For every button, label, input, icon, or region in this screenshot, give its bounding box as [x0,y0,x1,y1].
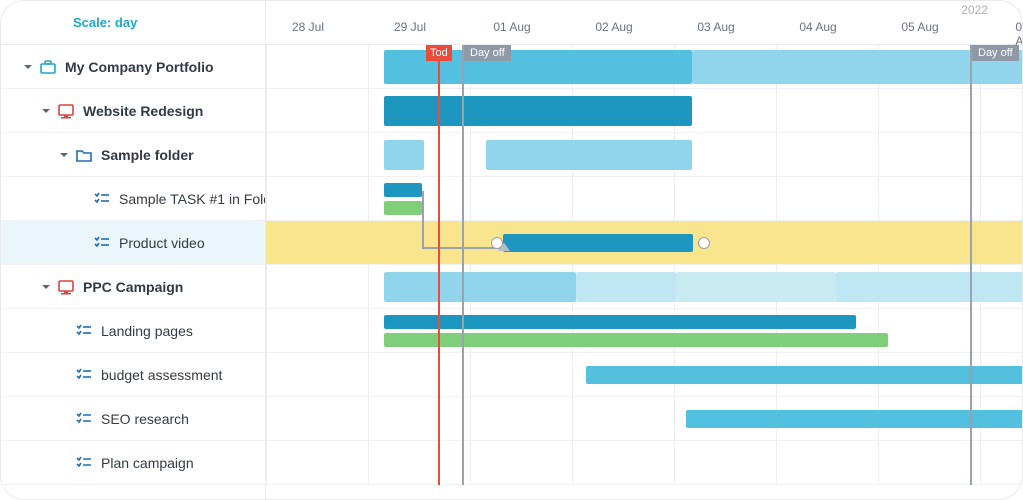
today-line [438,45,440,485]
tree-label: My Company Portfolio [65,59,214,75]
tree-label: Plan campaign [101,455,194,471]
chevron-down-icon[interactable] [57,148,71,162]
date-label: 29 Jul [394,20,426,34]
dayoff-badge: Day off [972,45,1019,61]
tree-row[interactable]: Sample folder [1,133,265,177]
gantt-row[interactable] [266,265,1022,309]
gantt-bar[interactable] [384,201,422,215]
gantt-row[interactable] [266,89,1022,133]
date-label: 01 Aug [493,20,530,34]
date-label: 04 Aug [799,20,836,34]
tree-label: PPC Campaign [83,279,183,295]
timeline-header: 2022 28 Jul 29 Jul 01 Aug 02 Aug 03 Aug 04 Au… [266,1,1022,45]
scale-label: Scale: day [73,15,137,30]
gantt-row[interactable] [266,45,1022,89]
chevron-down-icon[interactable] [39,280,53,294]
gantt-body[interactable]: Tod Day off Day off [266,45,1022,485]
chevron-down-icon[interactable] [21,60,35,74]
tree-row[interactable]: Landing pages [1,309,265,353]
tree-label: Landing pages [101,323,193,339]
date-label: 05 Aug [901,20,938,34]
tree-label: Product video [119,235,205,251]
tree-row[interactable]: Plan campaign [1,441,265,485]
gantt-bar[interactable] [503,234,693,252]
task-icon [93,190,111,208]
date-label: 08 A [1015,20,1022,48]
date-label: 02 Aug [595,20,632,34]
gantt-bar[interactable] [384,315,856,329]
task-icon [75,366,93,384]
tree-label: Website Redesign [83,103,203,119]
gantt-bar[interactable] [676,272,836,302]
chevron-down-icon[interactable] [39,104,53,118]
gantt-row[interactable] [266,221,1022,265]
scale-indicator[interactable]: Scale: day [1,1,265,45]
tree-label: budget assessment [101,367,222,383]
tree-label: SEO research [101,411,189,427]
task-icon [75,410,93,428]
folder-icon [75,146,93,164]
gantt-bar[interactable] [486,140,692,170]
tree-row[interactable]: PPC Campaign [1,265,265,309]
date-label: 28 Jul [292,20,324,34]
project-icon [57,278,75,296]
date-label: 03 Aug [697,20,734,34]
portfolio-icon [39,58,57,76]
tree-label: Sample folder [101,147,194,163]
task-icon [75,322,93,340]
tree-row[interactable]: Product video [1,221,265,265]
task-icon [75,454,93,472]
bar-handle[interactable] [698,237,710,249]
dayoff-line [462,45,464,485]
gantt-bar[interactable] [384,333,888,347]
gantt-bar[interactable] [836,272,1022,302]
dependency-line [422,247,504,249]
gantt-bar[interactable] [384,183,422,197]
gantt-bar[interactable] [586,366,1022,384]
today-badge: Tod [426,45,452,61]
gantt-row[interactable] [266,133,1022,177]
task-icon [93,234,111,252]
dayoff-line [970,45,972,485]
gantt-bar[interactable] [384,140,424,170]
year-label: 2022 [961,3,988,17]
tree-label: Sample TASK #1 in Fold [119,191,265,207]
gantt-bar[interactable] [384,96,692,126]
tree-row[interactable]: budget assessment [1,353,265,397]
gantt-row[interactable] [266,309,1022,353]
gantt-row[interactable] [266,353,1022,397]
task-tree: My Company Portfolio Website Redesign Samp… [1,45,265,485]
tree-row[interactable]: Website Redesign [1,89,265,133]
tree-row[interactable]: Sample TASK #1 in Fold [1,177,265,221]
gantt-row[interactable] [266,441,1022,485]
dayoff-badge: Day off [464,45,511,61]
project-icon [57,102,75,120]
gantt-bar[interactable] [384,272,576,302]
gantt-bar[interactable] [576,272,676,302]
tree-row[interactable]: My Company Portfolio [1,45,265,89]
tree-row[interactable]: SEO research [1,397,265,441]
dependency-line [422,191,424,247]
dependency-marker [498,243,510,251]
gantt-row[interactable] [266,177,1022,221]
gantt-row[interactable] [266,397,1022,441]
